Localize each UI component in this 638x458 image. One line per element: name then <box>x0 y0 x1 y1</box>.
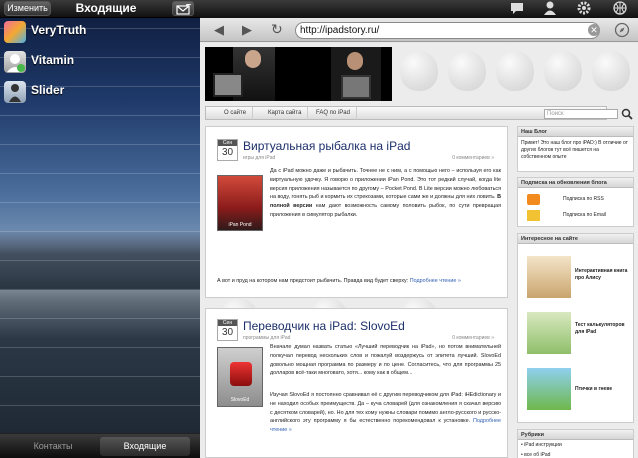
blog-post: Сен 30 Переводчик на iPad: SlovoEd прогр… <box>205 308 508 458</box>
menu-item-sitemap[interactable]: Карта сайта <box>262 107 309 120</box>
post-date: Сен 30 <box>217 319 238 341</box>
menu-item-faq[interactable]: FAQ по iPad <box>310 107 357 120</box>
widget-title: Подписка на обновления блога <box>518 178 633 188</box>
contact-item-verytruth[interactable]: VeryTruth <box>0 18 200 46</box>
contact-name: Vitamin <box>31 53 75 67</box>
compass-icon[interactable] <box>614 22 630 38</box>
reload-icon[interactable]: ↻ <box>271 22 283 37</box>
app-thumbnail[interactable] <box>527 312 571 354</box>
tab-contacts[interactable]: Контакты <box>8 437 98 456</box>
contact-name: Slider <box>31 83 65 97</box>
app-link[interactable]: Птички в гневе <box>575 386 633 393</box>
browser-pane: ◀ ▶ ↻ ✕ О сайте Карта сайта FAQ по iPad … <box>200 0 638 458</box>
person-icon <box>7 54 25 72</box>
contact-item-vitamin[interactable]: Vitamin <box>0 48 200 76</box>
apple-logo-decoration <box>544 51 582 91</box>
post-excerpt: Вначале думал назвать статью «Лучший пер… <box>270 344 501 377</box>
user-icon[interactable] <box>542 0 558 16</box>
menu-item-about[interactable]: О сайте <box>218 107 254 120</box>
email-link[interactable]: Подписка по Email <box>563 212 606 218</box>
avatar <box>4 51 26 73</box>
search-input[interactable]: Поиск <box>544 109 618 119</box>
post-category[interactable]: игры для iPad <box>243 155 275 161</box>
rss-link[interactable]: Подписка по RSS <box>563 196 604 202</box>
apple-logo-decoration <box>496 51 534 91</box>
interesting-widget: Интересное на сайте Интерактивная книга … <box>517 233 634 423</box>
edit-button[interactable]: Изменить <box>4 1 51 16</box>
blog-post: Сен 30 Виртуальная рыбалка на iPad игры … <box>205 126 508 298</box>
chat-icon[interactable] <box>509 0 525 16</box>
inbox-title: Входящие <box>75 1 137 15</box>
banner-person <box>213 47 275 101</box>
post-date: Сен 30 <box>217 139 238 161</box>
avatar <box>4 81 26 103</box>
blog-intro-text: Привет! Это наш блог про iPAD:) В отличи… <box>521 140 628 160</box>
subscribe-widget: Подписка на обновления блога Подписка по… <box>517 177 634 227</box>
rubrics-widget: Рубрики • iPad инструкции • все об iPad <box>517 429 634 458</box>
blog-widget: Наш Блог Привет! Это наш блог про iPAD:)… <box>517 126 634 172</box>
contact-name: VeryTruth <box>31 23 87 37</box>
app-link[interactable]: Тест калькуляторов для iPad <box>575 322 633 336</box>
post-comments-link[interactable]: 0 комментариев » <box>452 335 494 341</box>
post-thumbnail[interactable]: SlovoEd <box>217 347 263 407</box>
post-title[interactable]: Виртуальная рыбалка на iPad <box>243 139 410 153</box>
app-thumbnail[interactable] <box>527 256 571 298</box>
contact-item-slider[interactable]: Slider <box>0 78 200 106</box>
rss-icon[interactable] <box>527 194 540 205</box>
slovoed-icon <box>230 362 252 386</box>
apple-logo-decoration <box>448 51 486 91</box>
post-excerpt: Да с iPad можно даже и рыбачить. Точнее … <box>270 168 502 218</box>
read-more-link[interactable]: Подробнее чтение » <box>410 278 461 284</box>
gear-icon[interactable] <box>576 0 592 16</box>
app-top-bar <box>200 0 638 18</box>
compose-button[interactable] <box>172 1 194 16</box>
rubric-link[interactable]: • все об iPad <box>518 452 633 458</box>
post-category[interactable]: программы для iPad <box>243 335 290 341</box>
mail-bottom-tabs: Контакты Входящие <box>0 433 200 458</box>
forward-icon[interactable]: ▶ <box>242 22 252 37</box>
globe-icon[interactable] <box>612 0 628 16</box>
mail-toolbar: Изменить Входящие <box>0 0 200 18</box>
site-banner[interactable] <box>205 47 392 101</box>
widget-title: Интересное на сайте <box>518 234 633 244</box>
post-excerpt-2: Изучая SlovoEd я постоянно сравнивал её … <box>270 392 502 434</box>
post-title[interactable]: Переводчик на iPad: SlovoEd <box>243 319 405 333</box>
url-input[interactable] <box>295 22 600 39</box>
web-page: О сайте Карта сайта FAQ по iPad Поиск Се… <box>200 43 638 458</box>
compose-icon <box>176 4 192 15</box>
app-link[interactable]: Интерактивная книга про Алису <box>575 268 633 282</box>
search-icon[interactable] <box>621 108 633 120</box>
post-thumbnail[interactable]: iPan Pond <box>217 175 263 231</box>
avatar <box>4 21 26 43</box>
email-icon[interactable] <box>527 210 540 221</box>
mail-pane: Изменить Входящие VeryTruth Vitamin Slid… <box>0 0 200 458</box>
widget-title: Наш Блог <box>518 127 633 137</box>
banner-person <box>331 47 381 101</box>
post-comments-link[interactable]: 0 комментариев » <box>452 155 494 161</box>
rubric-link[interactable]: • iPad инструкции <box>518 440 633 452</box>
app-thumbnail[interactable] <box>527 368 571 410</box>
person-icon <box>9 84 21 102</box>
widget-title: Рубрики <box>518 430 633 440</box>
back-icon[interactable]: ◀ <box>214 22 224 37</box>
post-more-text: А вот и пруд на котором нам предстоит ры… <box>217 278 461 284</box>
clear-url-icon[interactable]: ✕ <box>588 24 600 36</box>
apple-logo-decoration <box>592 51 630 91</box>
browser-toolbar: ◀ ▶ ↻ ✕ <box>200 18 638 42</box>
tab-inbox[interactable]: Входящие <box>100 437 190 456</box>
apple-logo-decoration <box>400 51 438 91</box>
